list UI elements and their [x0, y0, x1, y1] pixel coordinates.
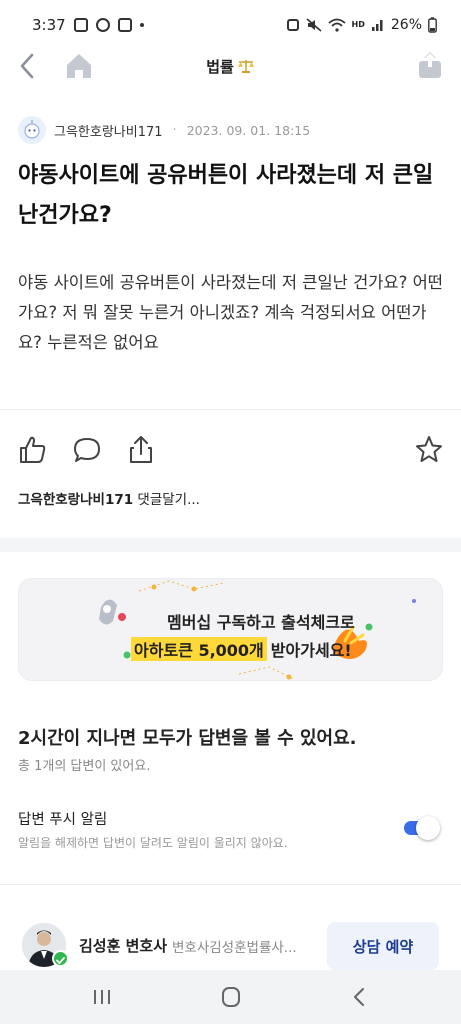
answers-notice: 2시간이 지나면 모두가 답변을 볼 수 있어요.: [18, 728, 357, 749]
section-gap: [0, 538, 461, 552]
hd-label: HD: [351, 20, 365, 29]
answers-count: 총 1개의 답변이 있어요.: [18, 759, 151, 774]
post-author-row: 그윽한호랑나비171 · 2023. 09. 01. 18:15: [18, 116, 310, 144]
author-name[interactable]: 그윽한호랑나비171: [54, 121, 163, 140]
verified-check-icon: [52, 950, 69, 967]
share-post-icon[interactable]: [126, 434, 156, 466]
home-icon[interactable]: [64, 52, 94, 80]
back-nav-icon[interactable]: [346, 984, 374, 1010]
push-alert-desc: 알림을 해제하면 답변이 달려도 알림이 울리지 않아요.: [18, 836, 288, 850]
system-nav-bar: [0, 970, 461, 1024]
page-title-text: 법률: [206, 57, 234, 76]
comment-input[interactable]: 그윽한호랑나비171 댓글달기...: [18, 488, 200, 508]
banner-line-2: 아하토큰 5,000개 받아가세요!: [131, 637, 352, 661]
question-title: 야동사이트에 공유버튼이 사라졌는데 저 큰일난건가요?: [18, 163, 434, 228]
lawyer-name[interactable]: 김성훈 변호사: [79, 935, 167, 956]
notification-icon: [73, 18, 88, 32]
push-alert-title: 답변 푸시 알림: [18, 812, 108, 828]
toggle-knob: [416, 816, 440, 840]
push-alert-toggle[interactable]: [402, 816, 440, 840]
comment-user: 그윽한호랑나비171: [18, 492, 134, 508]
status-time: 3:37: [32, 16, 66, 34]
battery-icon: [428, 17, 437, 33]
bookmark-star-icon[interactable]: [414, 434, 444, 466]
author-avatar[interactable]: [18, 116, 46, 144]
page-title: 법률: [206, 56, 255, 77]
signal-icon: [371, 20, 383, 31]
divider: [0, 884, 461, 885]
banner-line-2-suffix: 받아가세요!: [270, 641, 352, 660]
divider: [0, 409, 461, 410]
app-bar: 법률: [0, 42, 461, 90]
membership-banner[interactable]: 멤버십 구독하고 출석체크로 아하토큰 5,000개 받아가세요!: [18, 578, 443, 681]
comment-icon[interactable]: [72, 434, 102, 466]
calendar-icon: [117, 18, 132, 32]
scales-icon: [237, 60, 254, 73]
post-actions: [18, 434, 446, 468]
question-body: 야동 사이트에 공유버튼이 사라졌는데 저 큰일난 건가요? 어떤가요? 저 뭐…: [18, 273, 443, 352]
back-arrow-icon[interactable]: [16, 52, 40, 80]
banner-line-1: 멤버십 구독하고 출석체크로: [167, 613, 355, 632]
consult-booking-button[interactable]: 상담 예약: [327, 922, 439, 970]
lawyer-firm: 변호사김성훈법률사...: [172, 940, 297, 956]
separator-dot: ·: [172, 122, 177, 138]
chrome-icon: [95, 18, 110, 32]
recent-apps-icon[interactable]: [88, 984, 116, 1010]
like-icon[interactable]: [18, 434, 48, 466]
battery-percent: 26%: [390, 17, 422, 33]
wifi-icon: [327, 18, 346, 32]
robot-avatar-icon: [24, 120, 40, 139]
comment-placeholder: 댓글달기...: [137, 492, 200, 508]
share-icon[interactable]: [417, 50, 443, 80]
lawyer-answer-row: 김성훈 변호사 변호사김성훈법률사... 상담 예약: [22, 922, 442, 970]
banner-highlight: 아하토큰 5,000개: [131, 637, 267, 661]
status-left: 3:37: [32, 16, 144, 34]
alarm-icon: [286, 19, 299, 31]
home-nav-icon[interactable]: [217, 984, 245, 1010]
status-right: HD 26%: [286, 17, 437, 33]
mute-icon: [306, 18, 322, 32]
more-notifications-icon: [139, 23, 144, 27]
post-date: 2023. 09. 01. 18:15: [186, 122, 311, 138]
